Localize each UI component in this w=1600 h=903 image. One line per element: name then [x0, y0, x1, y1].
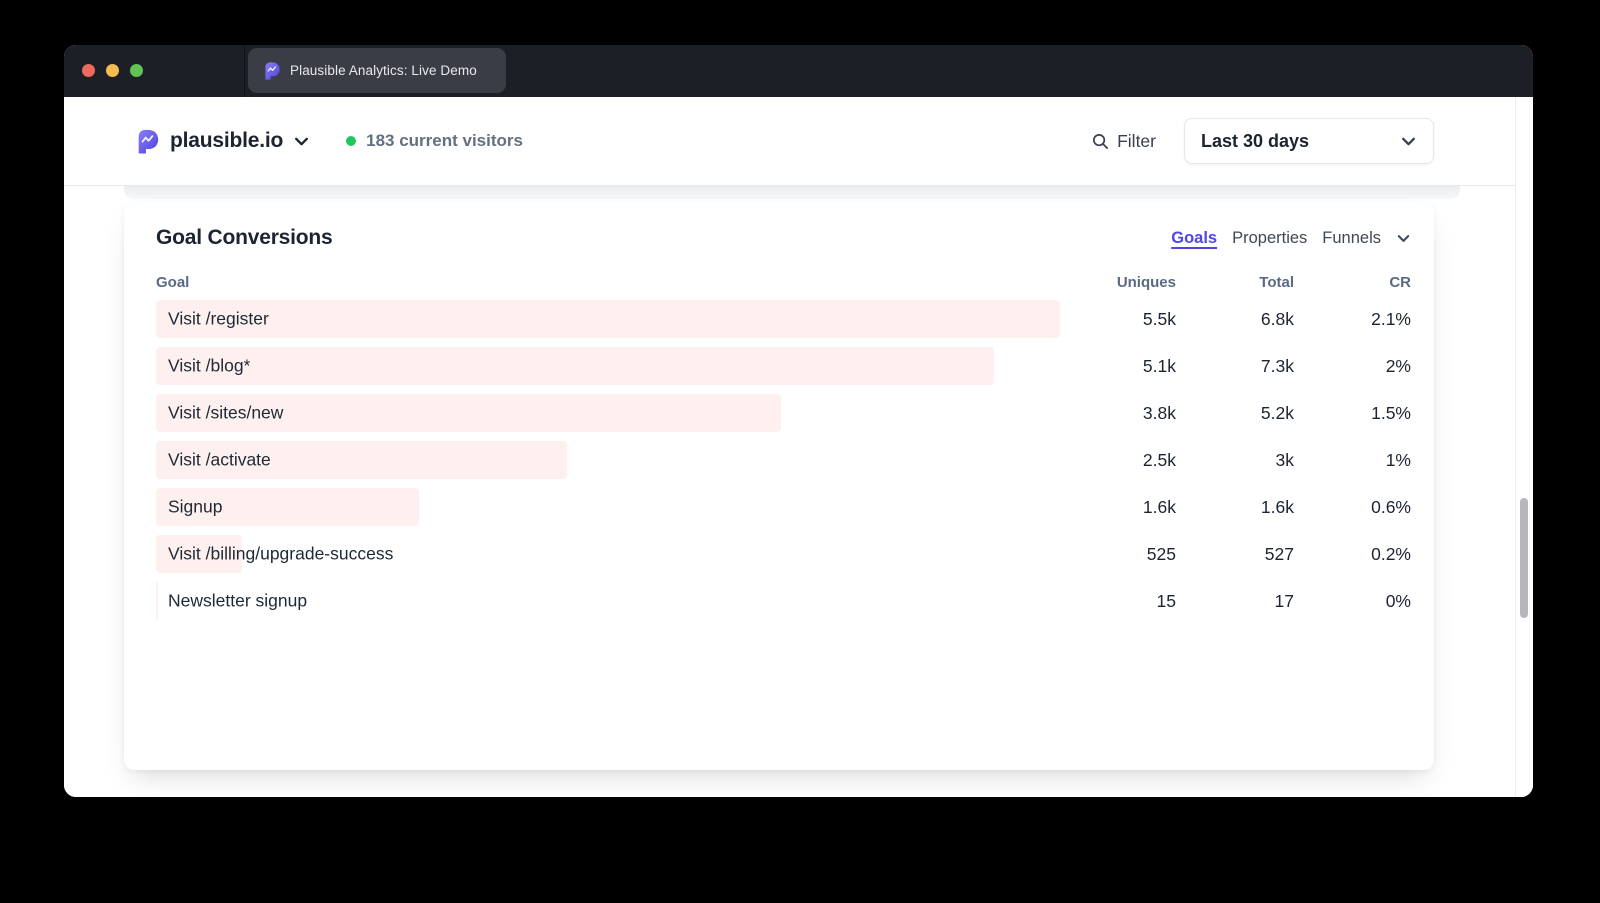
- column-uniques: Uniques: [1060, 274, 1176, 291]
- goal-bar: [156, 347, 994, 385]
- tab-properties[interactable]: Properties: [1232, 229, 1307, 248]
- plausible-logo-icon: [134, 128, 160, 154]
- window-controls: [82, 64, 143, 77]
- uniques-value: 5.1k: [1060, 356, 1176, 377]
- goal-conversions-card: Goal Conversions Goals Properties Funnel…: [124, 202, 1434, 770]
- tabs-chevron-down-icon[interactable]: [1396, 231, 1411, 246]
- goal-label[interactable]: Visit /billing/upgrade-success: [168, 544, 393, 565]
- uniques-value: 15: [1060, 591, 1176, 612]
- card-tabs: Goals Properties Funnels: [1171, 229, 1411, 248]
- current-visitors-label: 183 current visitors: [366, 131, 523, 151]
- tab-divider: [244, 45, 245, 97]
- browser-titlebar: Plausible Analytics: Live Demo: [64, 45, 1533, 97]
- table-header-row: Goal Uniques Total CR: [156, 274, 1411, 291]
- cr-value: 2%: [1294, 356, 1411, 377]
- goal-label[interactable]: Visit /sites/new: [168, 403, 283, 424]
- table-row[interactable]: Visit /sites/new 3.8k 5.2k 1.5%: [156, 394, 1411, 432]
- plausible-logo-icon: [262, 61, 281, 80]
- cr-value: 1%: [1294, 450, 1411, 471]
- cr-value: 0.2%: [1294, 544, 1411, 565]
- table-row[interactable]: Visit /register 5.5k 6.8k 2.1%: [156, 300, 1411, 338]
- site-name: plausible.io: [170, 129, 283, 153]
- tab-title: Plausible Analytics: Live Demo: [290, 63, 477, 78]
- goal-label[interactable]: Visit /activate: [168, 450, 271, 471]
- column-cr: CR: [1294, 274, 1411, 291]
- filter-button[interactable]: Filter: [1091, 131, 1156, 152]
- live-dot-icon: [346, 136, 356, 146]
- total-value: 7.3k: [1176, 356, 1294, 377]
- search-icon: [1091, 132, 1110, 151]
- filter-label: Filter: [1117, 131, 1156, 152]
- table-row[interactable]: Newsletter signup 15 17 0%: [156, 582, 1411, 620]
- table-row[interactable]: Visit /activate 2.5k 3k 1%: [156, 441, 1411, 479]
- uniques-value: 5.5k: [1060, 309, 1176, 330]
- table-row[interactable]: Signup 1.6k 1.6k 0.6%: [156, 488, 1411, 526]
- minimize-icon[interactable]: [106, 64, 119, 77]
- table-row[interactable]: Visit /billing/upgrade-success 525 527 0…: [156, 535, 1411, 573]
- goal-label[interactable]: Newsletter signup: [168, 591, 307, 612]
- column-goal: Goal: [156, 274, 1060, 291]
- column-total: Total: [1176, 274, 1294, 291]
- goal-bar: [156, 300, 1060, 338]
- browser-tab[interactable]: Plausible Analytics: Live Demo: [248, 48, 506, 93]
- date-range-label: Last 30 days: [1201, 131, 1309, 152]
- cr-value: 2.1%: [1294, 309, 1411, 330]
- browser-window: Plausible Analytics: Live Demo plausible…: [64, 45, 1533, 797]
- close-icon[interactable]: [82, 64, 95, 77]
- total-value: 1.6k: [1176, 497, 1294, 518]
- chevron-down-icon: [293, 133, 310, 150]
- table-row[interactable]: Visit /blog* 5.1k 7.3k 2%: [156, 347, 1411, 385]
- total-value: 3k: [1176, 450, 1294, 471]
- date-range-picker[interactable]: Last 30 days: [1184, 118, 1434, 164]
- cr-value: 0.6%: [1294, 497, 1411, 518]
- total-value: 6.8k: [1176, 309, 1294, 330]
- previous-card-remnant: [124, 186, 1460, 199]
- goal-label[interactable]: Visit /blog*: [168, 356, 250, 377]
- chevron-down-icon: [1400, 133, 1417, 150]
- dashboard-main: Goal Conversions Goals Properties Funnel…: [64, 186, 1533, 797]
- goal-label[interactable]: Visit /register: [168, 309, 269, 330]
- current-visitors[interactable]: 183 current visitors: [346, 131, 523, 151]
- site-selector[interactable]: plausible.io: [134, 128, 310, 154]
- zoom-icon[interactable]: [130, 64, 143, 77]
- tab-goals[interactable]: Goals: [1171, 229, 1217, 248]
- scrollbar-track: [1515, 97, 1533, 797]
- goal-label[interactable]: Signup: [168, 497, 223, 518]
- tab-funnels[interactable]: Funnels: [1322, 229, 1381, 248]
- goal-bar: [156, 582, 158, 620]
- total-value: 17: [1176, 591, 1294, 612]
- cr-value: 0%: [1294, 591, 1411, 612]
- dashboard-header: plausible.io 183 current visitors Filter…: [64, 97, 1533, 186]
- goal-rows: Visit /register 5.5k 6.8k 2.1% Visit /bl…: [156, 300, 1411, 620]
- total-value: 527: [1176, 544, 1294, 565]
- scrollbar-thumb[interactable]: [1520, 498, 1528, 618]
- uniques-value: 1.6k: [1060, 497, 1176, 518]
- uniques-value: 3.8k: [1060, 403, 1176, 424]
- uniques-value: 525: [1060, 544, 1176, 565]
- total-value: 5.2k: [1176, 403, 1294, 424]
- cr-value: 1.5%: [1294, 403, 1411, 424]
- card-title: Goal Conversions: [156, 226, 333, 250]
- uniques-value: 2.5k: [1060, 450, 1176, 471]
